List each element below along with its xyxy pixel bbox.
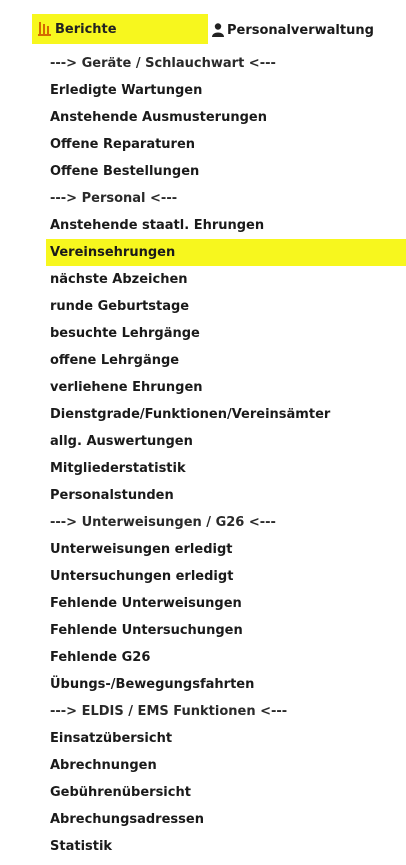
menu-item[interactable]: Offene Reparaturen (48, 131, 406, 158)
menu-item[interactable]: verliehene Ehrungen (48, 374, 406, 401)
menu-item[interactable]: Gebührenübersicht (48, 779, 406, 806)
menu-item[interactable]: Fehlende Unterweisungen (48, 590, 406, 617)
menu-item[interactable]: Anstehende staatl. Ehrungen (48, 212, 406, 239)
menu-item[interactable]: Dienstgrade/Funktionen/Vereinsämter (48, 401, 406, 428)
menu-section-header: ---> Geräte / Schlauchwart <--- (50, 56, 276, 71)
menu-item[interactable]: Statistik (48, 833, 406, 860)
menu-item[interactable]: runde Geburtstage (48, 293, 406, 320)
menu-item[interactable]: nächste Abzeichen (48, 266, 406, 293)
menu-item[interactable]: Fehlende G26 (48, 644, 406, 671)
menu-item[interactable]: Unterweisungen erledigt (48, 536, 406, 563)
bar-chart-icon (38, 22, 51, 36)
menu-item[interactable]: Mitgliederstatistik (48, 455, 406, 482)
menu-item[interactable]: Einsatzübersicht (48, 725, 406, 752)
menu-section-header: ---> ELDIS / EMS Funktionen <--- (50, 704, 288, 719)
menu-section-header: ---> Unterweisungen / G26 <--- (50, 515, 276, 530)
menu-item[interactable]: Offene Bestellungen (48, 158, 406, 185)
person-icon (212, 23, 224, 37)
menu-item[interactable]: Fehlende Untersuchungen (48, 617, 406, 644)
menu-item[interactable]: besuchte Lehrgänge (48, 320, 406, 347)
menu-item[interactable]: offene Lehrgänge (48, 347, 406, 374)
tab-personnel[interactable]: Personalverwaltung (212, 18, 406, 42)
menu-item[interactable]: Vereinsehrungen (46, 239, 406, 266)
tab-reports-label: Berichte (55, 21, 117, 37)
tab-personnel-label: Personalverwaltung (227, 22, 374, 38)
tab-reports[interactable]: Berichte (32, 14, 208, 44)
menu-item[interactable]: Personalstunden (48, 482, 406, 509)
menu-item[interactable]: Untersuchungen erledigt (48, 563, 406, 590)
menu-item[interactable]: Erledigte Wartungen (48, 77, 406, 104)
menu-item[interactable]: allg. Auswertungen (48, 428, 406, 455)
menu-item[interactable]: Übungs-/Bewegungsfahrten (48, 671, 406, 698)
menu-item[interactable]: Anstehende Ausmusterungen (48, 104, 406, 131)
menu-item[interactable]: Abrechnungen (48, 752, 406, 779)
menu-item[interactable]: Abrechungsadressen (48, 806, 406, 833)
reports-menu: ---> Geräte / Schlauchwart <--- Erledigte… (46, 50, 406, 860)
menu-section-header: ---> Personal <--- (50, 191, 178, 206)
top-navigation: Berichte Personalverwaltung (0, 0, 406, 44)
